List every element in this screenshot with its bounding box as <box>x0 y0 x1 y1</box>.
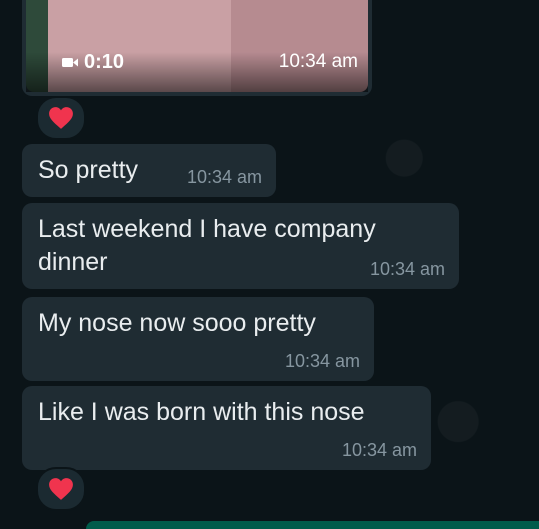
video-duration-label: 0:10 <box>62 51 124 74</box>
message-bubble[interactable]: My nose now sooo pretty 10:34 am <box>22 297 374 381</box>
heart-icon <box>49 107 73 129</box>
message-text: My nose now sooo pretty <box>38 309 316 337</box>
video-thumbnail[interactable] <box>26 0 368 92</box>
message-time: 10:34 am <box>369 259 445 279</box>
heart-icon <box>49 478 73 500</box>
message-bubble[interactable]: Last weekend I have company dinner 10:34… <box>22 203 459 289</box>
message-text: Like I was born with this nose <box>38 398 365 426</box>
message-bubble[interactable]: So pretty 10:34 am <box>22 144 276 197</box>
video-duration: 0:10 <box>84 51 125 73</box>
video-message-bubble[interactable]: 0:10 10:34 am <box>22 0 372 96</box>
heart-reaction[interactable] <box>36 467 86 511</box>
video-camera-icon <box>62 57 78 68</box>
message-time: 10:34 am <box>186 167 262 187</box>
video-message-time: 10:34 am <box>278 51 358 72</box>
message-time: 10:34 am <box>341 440 417 460</box>
message-time: 10:34 am <box>284 351 360 371</box>
heart-reaction[interactable] <box>36 96 86 140</box>
outgoing-message-bubble-edge[interactable] <box>86 521 539 529</box>
message-bubble[interactable]: Like I was born with this nose 10:34 am <box>22 386 431 470</box>
